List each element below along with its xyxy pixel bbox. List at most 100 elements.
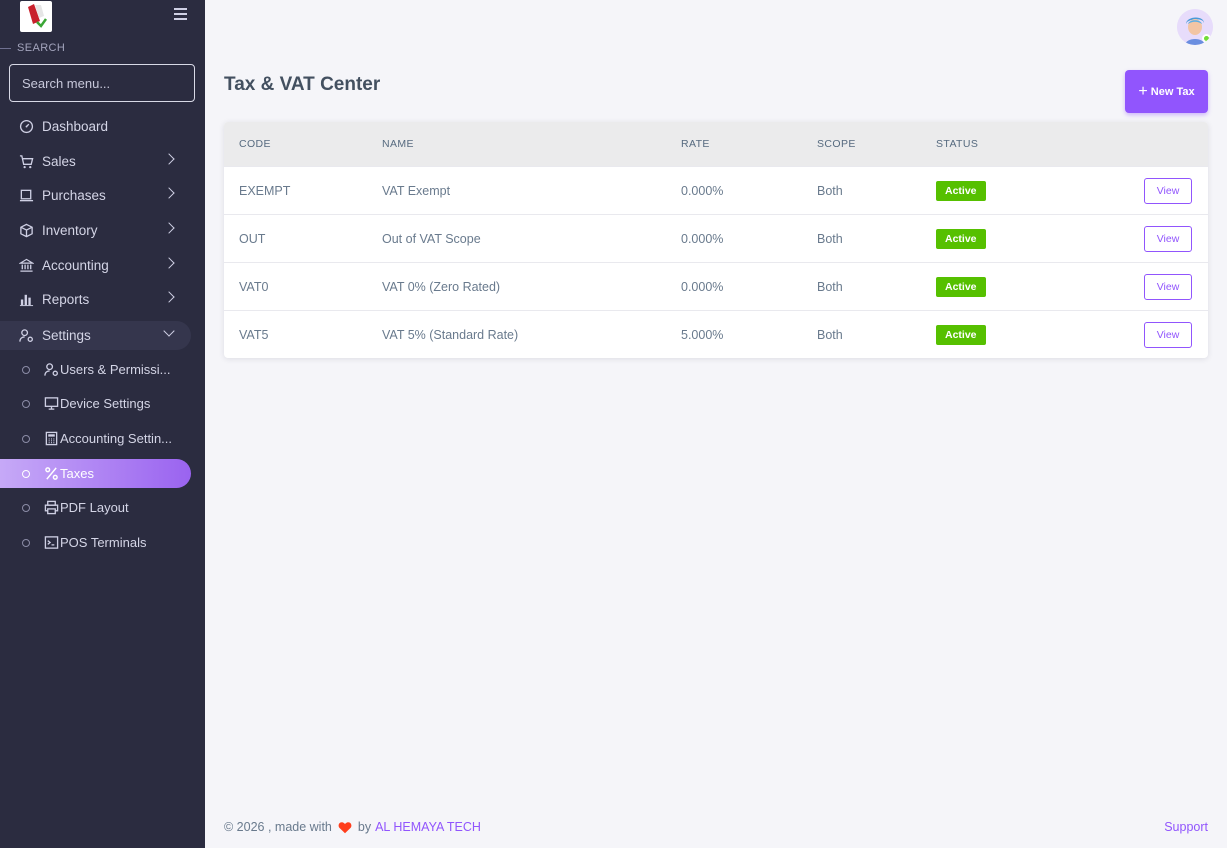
sidebar-subitem-pdf-layout[interactable]: PDF Layout [0,493,191,522]
online-status-indicator [1202,34,1211,43]
chevron-right-icon [163,187,175,199]
table-row: EXEMPT VAT Exempt 0.000% Both Active Vie… [224,166,1208,214]
table-row: VAT5 VAT 5% (Standard Rate) 5.000% Both … [224,310,1208,358]
view-button[interactable]: View [1144,225,1192,252]
app-logo[interactable] [20,1,52,32]
footer: © 2026 , made with by AL HEMAYA TECH [224,820,481,834]
view-button[interactable]: View [1144,273,1192,300]
sidebar-item-inventory[interactable]: Inventory [0,216,191,245]
search-menu-input[interactable] [9,64,195,102]
sidebar-subitem-device-settings[interactable]: Device Settings [0,389,191,418]
sidebar-item-dashboard[interactable]: Dashboard [0,112,191,141]
sidebar-item-purchases[interactable]: Purchases [0,181,191,210]
column-header-code: CODE [239,138,271,150]
bullet-icon [22,469,30,478]
column-header-scope: SCOPE [817,138,856,150]
calculator-icon [43,431,59,447]
terminal-icon [43,535,59,551]
table-row: VAT0 VAT 0% (Zero Rated) 0.000% Both Act… [224,262,1208,310]
bullet-icon [22,503,30,512]
cell-scope: Both [817,231,843,246]
cell-rate: 5.000% [681,327,724,342]
laptop-icon [18,188,34,204]
cell-name: VAT 0% (Zero Rated) [382,279,501,294]
chevron-right-icon [163,153,175,165]
menu-toggle-icon[interactable] [174,8,188,22]
cell-code: EXEMPT [239,183,291,198]
chevron-right-icon [163,257,175,269]
status-badge: Active [936,324,986,345]
sidebar-item-label: Dashboard [42,119,109,134]
taxes-table: CODE NAME RATE SCOPE STATUS EXEMPT VAT E… [224,122,1208,358]
search-heading: SEARCH [0,42,65,54]
sidebar-subitem-accounting-settings[interactable]: Accounting Settin... [0,424,191,453]
view-button[interactable]: View [1144,321,1192,348]
box-icon [18,223,34,239]
user-avatar[interactable] [1177,9,1213,45]
support-link[interactable]: Support [1164,820,1208,834]
cell-scope: Both [817,183,843,198]
cell-code: OUT [239,231,266,246]
bullet-icon [22,399,30,408]
sidebar-item-label: Sales [42,154,76,169]
footer-by: by [357,820,372,834]
sidebar-item-settings[interactable]: Settings [0,321,191,350]
bullet-icon [22,365,30,374]
sidebar-item-label: Inventory [42,223,98,238]
footer-copyright: © 2026 , made with [224,820,332,834]
cell-scope: Both [817,327,843,342]
sidebar-item-label: Accounting [42,258,109,273]
chevron-right-icon [163,222,175,234]
company-link[interactable]: AL HEMAYA TECH [375,820,481,834]
sidebar-item-label: Purchases [42,188,106,203]
printer-icon [43,500,59,516]
bar-chart-icon [18,292,34,308]
cart-icon [18,154,34,170]
dashboard-icon [18,119,34,135]
sidebar-subitem-label: POS Terminals [60,535,147,550]
cell-name: VAT Exempt [382,183,451,198]
sidebar-item-label: Settings [42,328,91,343]
bullet-icon [22,538,30,547]
cell-name: VAT 5% (Standard Rate) [382,327,519,342]
percent-icon [43,466,59,482]
cell-code: VAT5 [239,327,269,342]
sidebar-subitem-pos-terminals[interactable]: POS Terminals [0,528,191,557]
table-row: OUT Out of VAT Scope 0.000% Both Active … [224,214,1208,262]
cell-rate: 0.000% [681,183,724,198]
sidebar-item-label: Reports [42,292,90,307]
sidebar-subitem-users-permissions[interactable]: Users & Permissi... [0,355,191,384]
new-tax-button[interactable]: + New Tax [1125,70,1208,113]
cell-rate: 0.000% [681,279,724,294]
monitor-icon [43,396,59,412]
column-header-rate: RATE [681,138,710,150]
view-button[interactable]: View [1144,177,1192,204]
status-badge: Active [936,276,986,297]
plus-icon: + [1138,82,1148,100]
bank-icon [18,258,34,274]
sidebar-item-accounting[interactable]: Accounting [0,251,191,280]
user-cog-icon [18,328,34,344]
status-badge: Active [936,180,986,201]
status-badge: Active [936,228,986,249]
cell-scope: Both [817,279,843,294]
chevron-down-icon [163,325,175,337]
cell-rate: 0.000% [681,231,724,246]
sidebar-subitem-label: Taxes [60,466,94,481]
table-header: CODE NAME RATE SCOPE STATUS [224,122,1208,166]
user-cog-icon [43,362,59,378]
sidebar-subitem-label: Device Settings [60,396,151,411]
sidebar-item-reports[interactable]: Reports [0,285,191,314]
sidebar-subitem-taxes[interactable]: Taxes [0,459,191,488]
page-title: Tax & VAT Center [224,74,381,95]
sidebar-item-sales[interactable]: Sales [0,147,191,176]
cell-code: VAT0 [239,279,269,294]
bullet-icon [22,434,30,443]
sidebar-subitem-label: Accounting Settin... [60,431,173,446]
sidebar-subitem-label: PDF Layout [60,500,129,515]
column-header-name: NAME [382,138,414,150]
column-header-status: STATUS [936,138,979,150]
cell-name: Out of VAT Scope [382,231,481,246]
heart-icon [338,821,352,834]
chevron-right-icon [163,291,175,303]
